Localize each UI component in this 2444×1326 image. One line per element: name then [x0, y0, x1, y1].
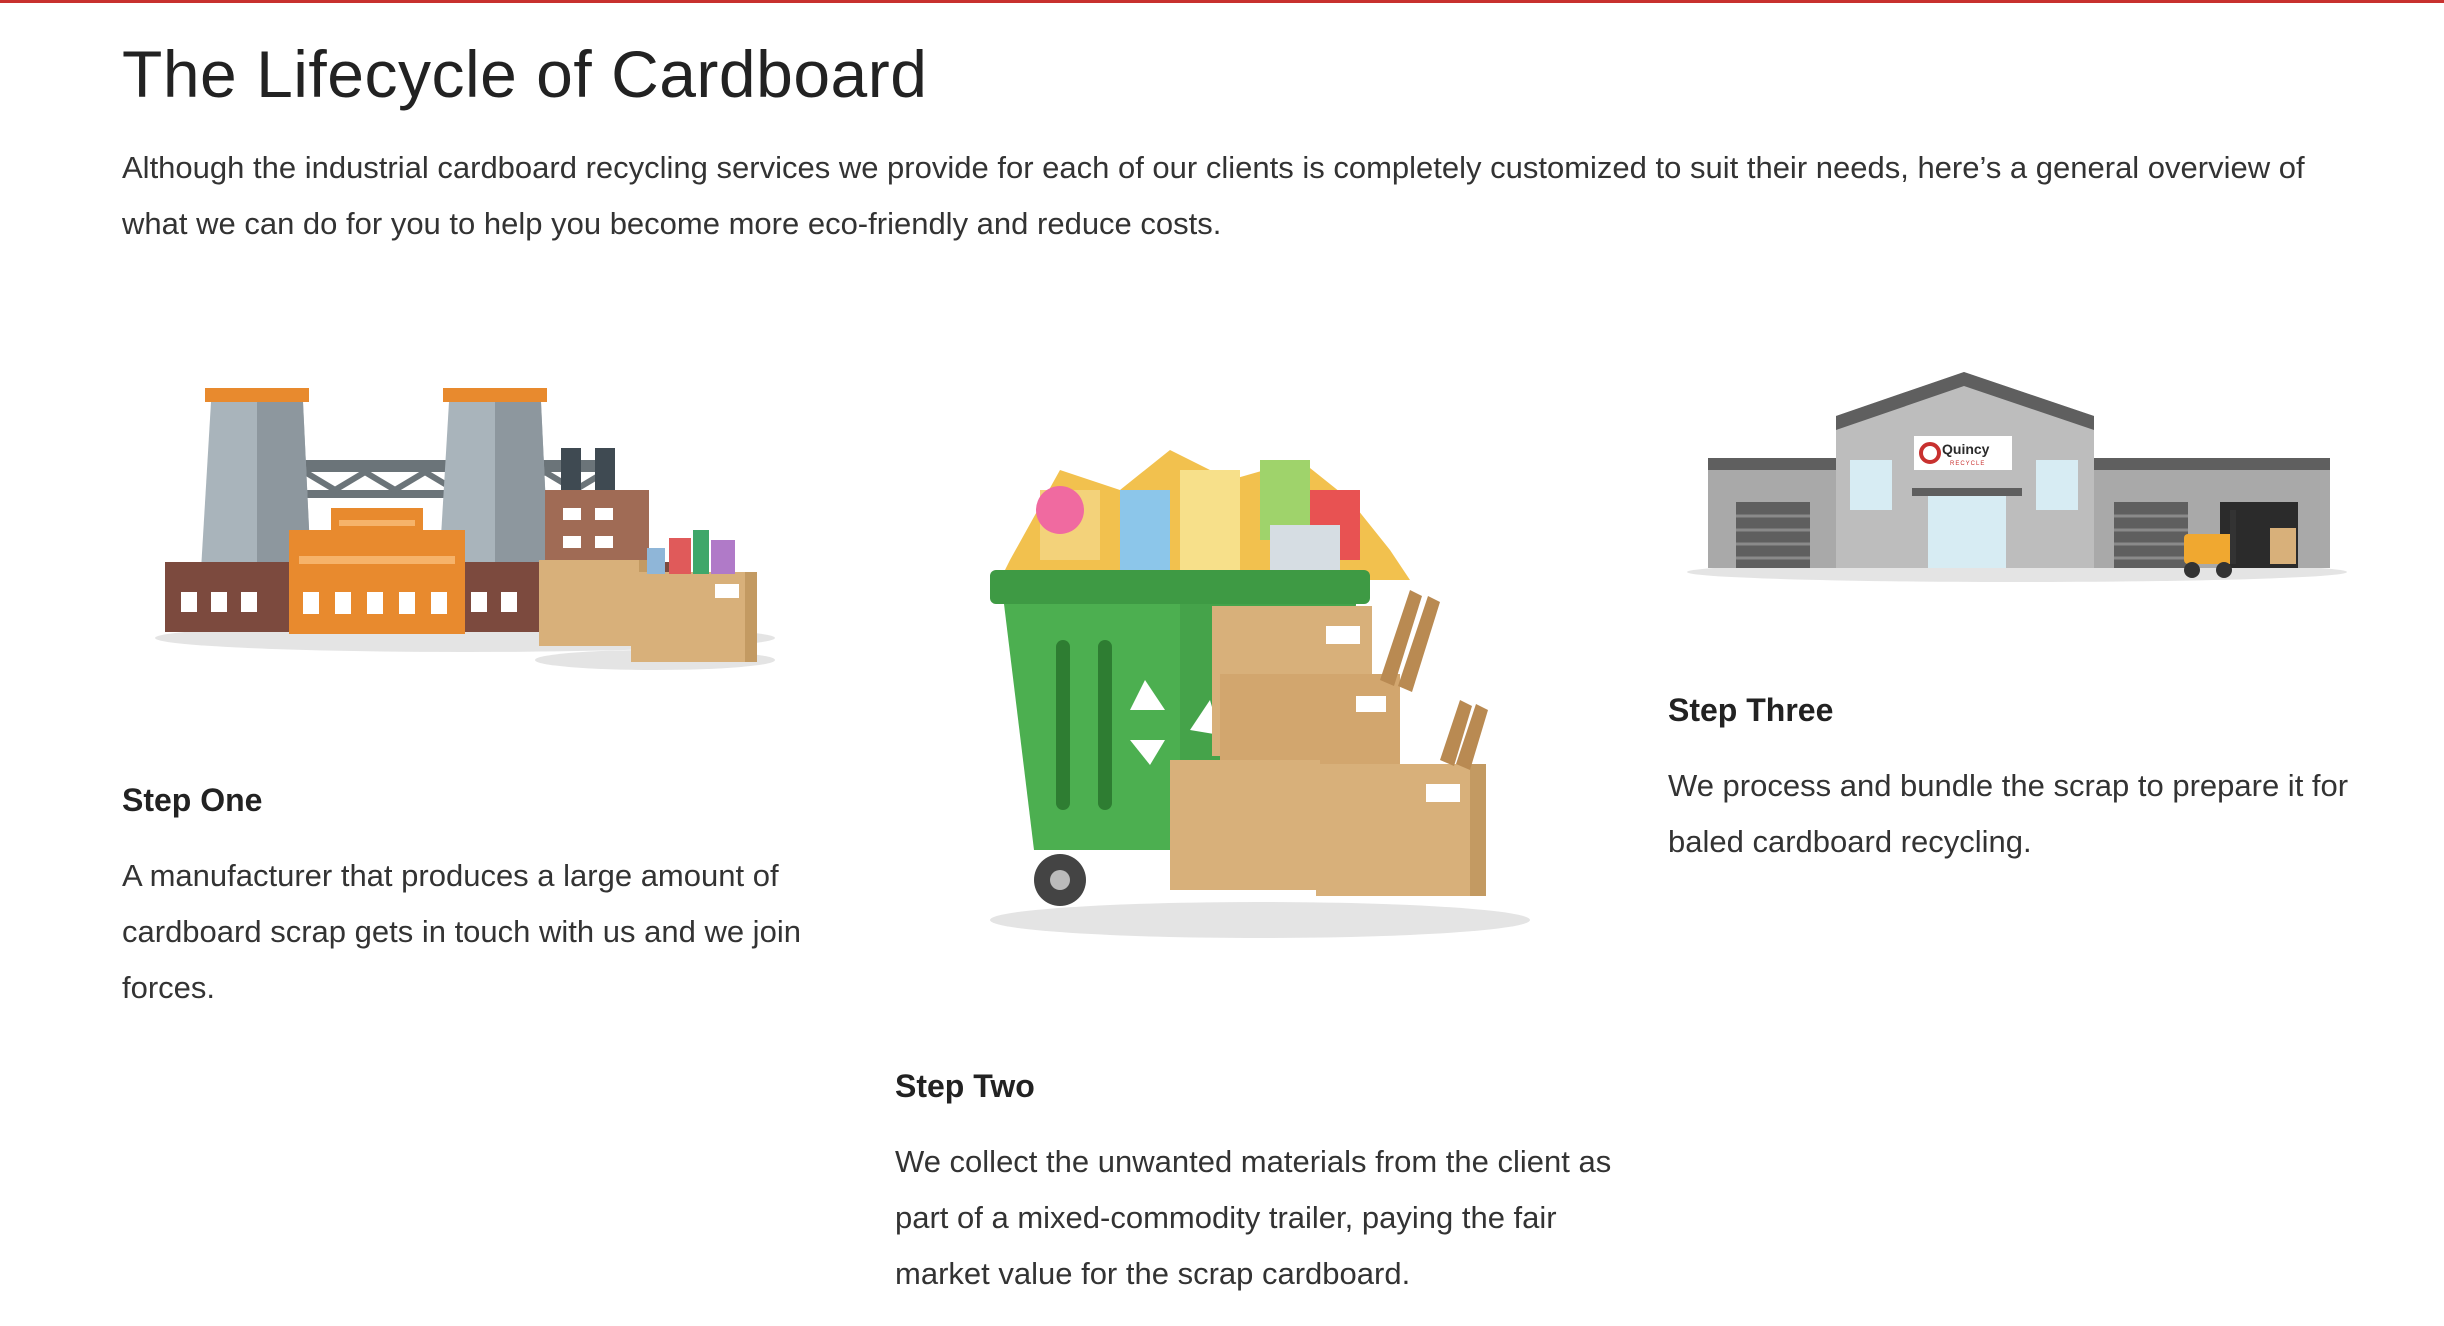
- factory-icon: [155, 388, 775, 670]
- recycling-bin-icon: [990, 450, 1530, 938]
- step-one-text: A manufacturer that produces a large amo…: [122, 858, 801, 1005]
- warehouse-sign-subtext: RECYCLE: [1950, 461, 1985, 467]
- step-two-title: Step Two: [895, 1068, 1035, 1104]
- step-two-text: We collect the unwanted materials from t…: [895, 1144, 1612, 1291]
- page-title: The Lifecycle of Cardboard: [122, 37, 928, 111]
- intro-paragraph: Although the industrial cardboard recycl…: [122, 150, 2305, 241]
- top-accent-rule: [0, 0, 2444, 3]
- warehouse-icon: Quincy RECYCLE: [1687, 372, 2347, 582]
- step-one-title: Step One: [122, 782, 263, 818]
- warehouse-sign-text: Quincy: [1942, 441, 1990, 457]
- step-three-text: We process and bundle the scrap to prepa…: [1668, 768, 2349, 859]
- step-three-title: Step Three: [1668, 692, 1834, 728]
